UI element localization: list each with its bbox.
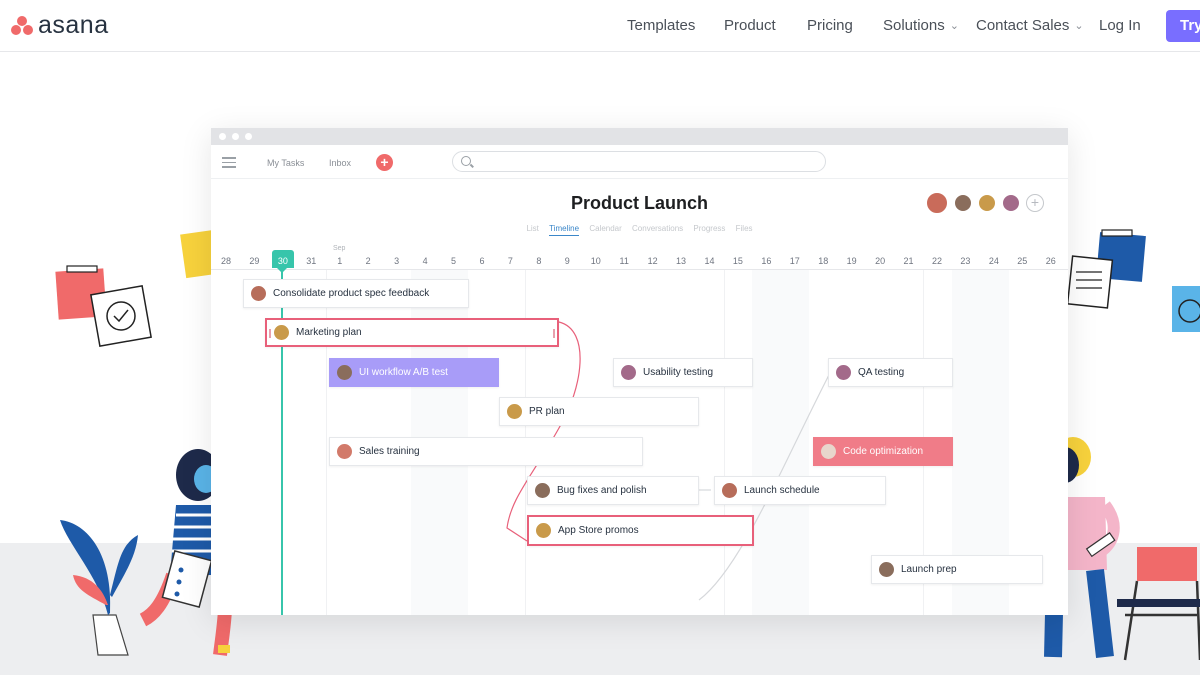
quick-add-plus-icon[interactable]: + (376, 154, 393, 171)
tab-calendar[interactable]: Calendar (589, 224, 621, 233)
window-dot (245, 133, 252, 140)
assignee-avatar (836, 365, 851, 380)
top-navigation: asana Templates Product Pricing Solution… (0, 0, 1200, 52)
tab-conversations[interactable]: Conversations (632, 224, 683, 233)
tab-my-tasks[interactable]: My Tasks (267, 158, 304, 168)
resize-handle[interactable] (553, 329, 555, 338)
task-name: Launch prep (901, 564, 957, 575)
member-avatar[interactable] (977, 193, 997, 213)
assignee-avatar (536, 523, 551, 538)
task-name: Bug fixes and polish (557, 485, 647, 496)
task-name: Marketing plan (296, 327, 362, 338)
task-bar[interactable]: Bug fixes and polish (527, 476, 699, 505)
assignee-avatar (507, 404, 522, 419)
resize-handle[interactable] (269, 329, 271, 338)
task-bar[interactable]: Sales training (329, 437, 643, 466)
task-name: App Store promos (558, 525, 639, 536)
tab-files[interactable]: Files (736, 224, 753, 233)
tab-inbox[interactable]: Inbox (329, 158, 351, 168)
assignee-avatar (879, 562, 894, 577)
tab-list[interactable]: List (526, 224, 538, 233)
assignee-avatar (274, 325, 289, 340)
task-name: Code optimization (843, 446, 924, 457)
assignee-avatar (821, 444, 836, 459)
app-window: My Tasks Inbox + Product Launch + List T… (211, 128, 1068, 615)
search-input[interactable] (452, 151, 826, 172)
assignee-avatar (337, 365, 352, 380)
timeline-view: Sep 28 29 30 31 1 2 3 4 5 6 7 8 9 10 11 12 13 14 15 16 17 18 1… (211, 238, 1068, 615)
task-bar[interactable]: Usability testing (613, 358, 753, 387)
task-bar-selected[interactable]: App Store promos (527, 515, 754, 546)
task-name: Consolidate product spec feedback (273, 288, 430, 299)
add-member-plus-icon[interactable]: + (1026, 194, 1044, 212)
chevron-down-icon: ⌄ (1074, 20, 1084, 32)
task-bar[interactable]: Consolidate product spec feedback (243, 279, 469, 308)
task-name: Launch schedule (744, 485, 820, 496)
task-name: Sales training (359, 446, 420, 457)
nav-templates[interactable]: Templates (627, 17, 695, 34)
task-bar[interactable]: Code optimization (813, 437, 953, 466)
app-topbar: My Tasks Inbox + (211, 145, 1068, 179)
nav-log-in[interactable]: Log In (1099, 17, 1141, 34)
member-avatar[interactable] (1001, 193, 1021, 213)
nav-product[interactable]: Product (724, 17, 776, 34)
task-bar[interactable]: Launch prep (871, 555, 1043, 584)
try-button[interactable]: Try (1166, 10, 1200, 42)
task-name: QA testing (858, 367, 905, 378)
task-bar[interactable]: PR plan (499, 397, 699, 426)
assignee-avatar (621, 365, 636, 380)
member-avatar[interactable] (953, 193, 973, 213)
tab-timeline[interactable]: Timeline (549, 224, 580, 236)
tab-progress[interactable]: Progress (693, 224, 725, 233)
window-title-bar (211, 128, 1068, 145)
task-name: UI workflow A/B test (359, 367, 448, 378)
task-bar-selected[interactable]: Marketing plan (265, 318, 559, 347)
member-avatar[interactable] (925, 191, 949, 215)
assignee-avatar (337, 444, 352, 459)
assignee-avatar (251, 286, 266, 301)
nav-pricing[interactable]: Pricing (807, 17, 853, 34)
assignee-avatar (722, 483, 737, 498)
search-icon (461, 156, 471, 166)
window-dot (232, 133, 239, 140)
window-dot (219, 133, 226, 140)
sticky-notes-right-illustration (1066, 229, 1200, 332)
task-bar[interactable]: Launch schedule (714, 476, 886, 505)
view-tabs: List Timeline Calendar Conversations Pro… (211, 224, 1068, 236)
task-bar[interactable]: QA testing (828, 358, 953, 387)
nav-links: Templates Product Pricing Solutions ⌄ Con… (0, 17, 1200, 37)
nav-solutions[interactable]: Solutions ⌄ (883, 17, 959, 34)
task-name: Usability testing (643, 367, 714, 378)
assignee-avatar (535, 483, 550, 498)
task-bar[interactable]: UI workflow A/B test (329, 358, 499, 387)
chevron-down-icon: ⌄ (949, 20, 959, 32)
hamburger-menu-icon[interactable] (222, 157, 236, 171)
sticky-notes-left-illustration (55, 229, 220, 347)
task-name: PR plan (529, 406, 565, 417)
nav-contact-sales[interactable]: Contact Sales ⌄ (976, 17, 1084, 34)
